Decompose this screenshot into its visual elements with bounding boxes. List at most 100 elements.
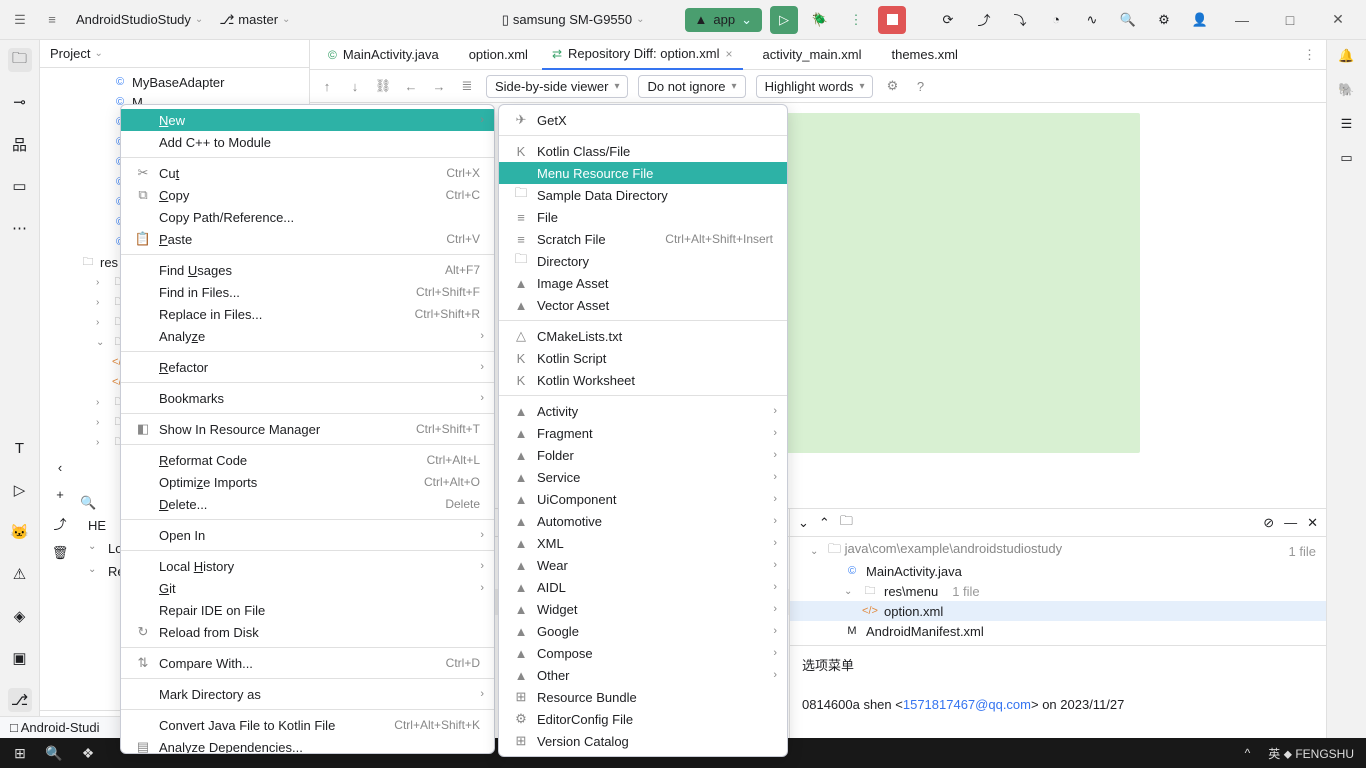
checkout-icon[interactable]: ⤴: [53, 514, 66, 533]
close-tab-icon[interactable]: ×: [726, 47, 733, 61]
menu-item[interactable]: KKotlin Worksheet: [499, 369, 787, 391]
vcs-branch[interactable]: ⎇master⌄: [215, 12, 294, 28]
toolbar-icon-2[interactable]: ⤴: [970, 6, 998, 34]
diff-viewer-mode[interactable]: Side-by-side viewer▾: [486, 75, 628, 98]
group-icon[interactable]: 🗀: [840, 512, 853, 534]
delete-icon[interactable]: 🗑: [52, 545, 69, 561]
changed-file-row[interactable]: MAndroidManifest.xml: [790, 621, 1326, 641]
menu-item[interactable]: Replace in Files...Ctrl+Shift+R: [121, 303, 494, 325]
menu-item[interactable]: △CMakeLists.txt: [499, 325, 787, 347]
tree-row[interactable]: ⌄🗀 java\com\example\androidstudiostudy1 …: [790, 541, 1326, 561]
menu-item[interactable]: ▲Google›: [499, 620, 787, 642]
menu-item[interactable]: Local History›: [121, 555, 494, 577]
menu-item[interactable]: Refactor›: [121, 356, 494, 378]
minimize-button[interactable]: —: [1222, 5, 1262, 35]
changed-file-row[interactable]: ⌄🗀res\menu1 file: [790, 581, 1326, 601]
menu-item[interactable]: KKotlin Script: [499, 347, 787, 369]
help-icon[interactable]: ?: [911, 79, 929, 94]
menu-item[interactable]: Convert Java File to Kotlin FileCtrl+Alt…: [121, 714, 494, 736]
debug-button[interactable]: 🪲: [806, 6, 834, 34]
menu-item[interactable]: Repair IDE on File: [121, 599, 494, 621]
emulator-icon[interactable]: ▭: [1340, 150, 1352, 166]
stop-button[interactable]: [878, 6, 906, 34]
toolbar-icon-1[interactable]: ⟳: [934, 6, 962, 34]
device-manager-icon[interactable]: ☰: [1341, 116, 1353, 132]
cat-tool-icon[interactable]: 🐱: [8, 520, 32, 544]
diff-highlight-mode[interactable]: Highlight words▾: [756, 75, 874, 98]
back-icon[interactable]: ←: [402, 79, 420, 94]
terminal-tool-icon[interactable]: ▣: [8, 646, 32, 670]
menu-item[interactable]: ▲Wear›: [499, 554, 787, 576]
link-icon[interactable]: ⛓: [374, 78, 392, 94]
tree-file[interactable]: ©MyBaseAdapter: [40, 72, 309, 92]
context-menu-main[interactable]: New›Add C++ to Module✂CutCtrl+X⧉CopyCtrl…: [120, 104, 495, 754]
add-icon[interactable]: +: [56, 487, 64, 502]
toolbar-icon-3[interactable]: ⤵: [1006, 6, 1034, 34]
menu-item[interactable]: Copy Path/Reference...: [121, 206, 494, 228]
vcs-tool-icon[interactable]: ⎇: [8, 688, 32, 712]
device-selector[interactable]: ▯samsung SM-G9550⌄: [498, 12, 649, 28]
more-tools-icon[interactable]: ⋯: [8, 216, 32, 240]
changed-files-tree[interactable]: ⌄🗀 java\com\example\androidstudiostudy1 …: [790, 537, 1326, 645]
menu-item[interactable]: ⊞Version Catalog: [499, 730, 787, 752]
menu-item[interactable]: ⚙EditorConfig File: [499, 708, 787, 730]
fwd-icon[interactable]: →: [430, 79, 448, 94]
account-icon[interactable]: 👤: [1186, 6, 1214, 34]
hamburger-alt-icon[interactable]: ≡: [40, 8, 64, 32]
menu-item[interactable]: Git›: [121, 577, 494, 599]
problems-tool-icon[interactable]: ⚠: [8, 562, 32, 586]
menu-item[interactable]: ⇅Compare With...Ctrl+D: [121, 652, 494, 674]
next-diff-icon[interactable]: ↓: [346, 79, 364, 94]
expand-icon[interactable]: ⌄: [798, 515, 809, 531]
menu-item[interactable]: ▲AIDL›: [499, 576, 787, 598]
menu-item[interactable]: ✈GetX: [499, 109, 787, 131]
gradle-icon[interactable]: 🐘: [1338, 82, 1354, 98]
menu-item[interactable]: ◧Show In Resource ManagerCtrl+Shift+T: [121, 418, 494, 440]
menu-item[interactable]: Open In›: [121, 524, 494, 546]
menu-item[interactable]: Menu Resource File: [499, 162, 787, 184]
bookmarks-tool-icon[interactable]: ▭: [8, 174, 32, 198]
menu-item[interactable]: ▲Automotive›: [499, 510, 787, 532]
main-menu-icon[interactable]: ☰: [8, 8, 32, 32]
gear-icon[interactable]: ⚙: [883, 78, 901, 94]
start-button[interactable]: ⊞: [4, 740, 36, 766]
editor-tab[interactable]: themes.xml: [875, 40, 967, 70]
menu-item[interactable]: ▲Service›: [499, 466, 787, 488]
menu-item[interactable]: ≡Scratch FileCtrl+Alt+Shift+Insert: [499, 228, 787, 250]
settings-icon[interactable]: ⚙: [1150, 6, 1178, 34]
project-name[interactable]: AndroidStudioStudy⌄: [72, 12, 207, 27]
menu-item[interactable]: ▲Activity›: [499, 400, 787, 422]
menu-item[interactable]: ↻Reload from Disk: [121, 621, 494, 643]
close-button[interactable]: ✕: [1318, 5, 1358, 35]
menu-item[interactable]: Analyze›: [121, 325, 494, 347]
menu-item[interactable]: ▲Folder›: [499, 444, 787, 466]
menu-item[interactable]: ▲Image Asset: [499, 272, 787, 294]
menu-item[interactable]: ▲XML›: [499, 532, 787, 554]
close-panel-icon[interactable]: ✕: [1307, 515, 1318, 531]
collapse-icon[interactable]: ⌃: [819, 515, 830, 531]
menu-item[interactable]: Add C++ to Module: [121, 131, 494, 153]
editor-tab[interactable]: activity_main.xml: [747, 40, 872, 70]
toolbar-icon-5[interactable]: ∿: [1078, 6, 1106, 34]
structure-tool-icon[interactable]: 品: [8, 132, 32, 156]
toolbar-icon-4[interactable]: ◔: [1042, 6, 1070, 34]
menu-item[interactable]: Delete...Delete: [121, 493, 494, 515]
changed-file-row[interactable]: </>option.xml: [790, 601, 1326, 621]
dash-icon[interactable]: —: [1284, 515, 1297, 530]
changed-file-row[interactable]: ©MainActivity.java: [790, 561, 1326, 581]
menu-item[interactable]: Find in Files...Ctrl+Shift+F: [121, 281, 494, 303]
menu-item[interactable]: ▲Widget›: [499, 598, 787, 620]
editor-tab[interactable]: ⇄Repository Diff: option.xml×: [542, 40, 743, 70]
menu-item[interactable]: ⧉CopyCtrl+C: [121, 184, 494, 206]
diamond-tool-icon[interactable]: ◈: [8, 604, 32, 628]
menu-item[interactable]: ▲Vector Asset: [499, 294, 787, 316]
menu-item[interactable]: Find UsagesAlt+F7: [121, 259, 494, 281]
tab-overflow-icon[interactable]: ⋮: [1293, 47, 1326, 63]
more-run-icon[interactable]: ⋮: [842, 6, 870, 34]
tray-up-icon[interactable]: ^: [1237, 746, 1259, 760]
editor-tab[interactable]: ©MainActivity.java: [318, 40, 449, 70]
tray-ime[interactable]: 英 ⬥ FENGSHU: [1260, 745, 1362, 762]
search-icon[interactable]: 🔍: [1114, 6, 1142, 34]
menu-item[interactable]: 🗀Sample Data Directory: [499, 184, 787, 206]
build-tool-icon[interactable]: T: [8, 436, 32, 460]
